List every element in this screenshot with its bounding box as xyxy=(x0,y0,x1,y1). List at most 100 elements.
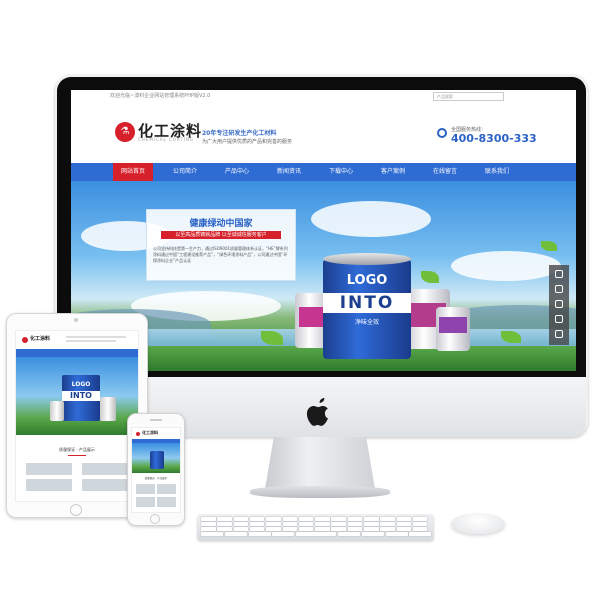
paint-can-lid xyxy=(323,253,411,265)
keyboard-key xyxy=(296,532,337,536)
phone-home-button xyxy=(150,514,160,524)
welcome-text: 欢迎光临~漆料企业网站管理系统PHP版V2.0 xyxy=(110,93,211,99)
nav-item-news[interactable]: 新闻资讯 xyxy=(269,163,309,181)
keyboard-key xyxy=(380,522,395,526)
keyboard xyxy=(197,514,434,540)
leaf-icon xyxy=(541,241,557,251)
product-thumbnail[interactable] xyxy=(157,484,176,494)
phone-screen: 化工涂料 质量保证 · 产品展示 xyxy=(131,427,181,513)
paint-can xyxy=(150,451,164,469)
keyboard-key xyxy=(282,517,297,521)
key-row xyxy=(201,527,430,531)
back-to-top-icon[interactable] xyxy=(555,330,563,338)
keyboard-key xyxy=(364,517,379,521)
promo-text: 公司坚持科技是第一生产力，通过ISO9001质量管理体系认证，“HE”牌系列涂料… xyxy=(153,246,288,263)
paint-can: LOGO INTO xyxy=(62,375,100,421)
keyboard-key xyxy=(272,532,295,536)
phone-banner[interactable] xyxy=(132,443,180,473)
keyboard-key xyxy=(412,527,428,531)
keyboard-key xyxy=(233,527,249,531)
keyboard-key xyxy=(266,522,281,526)
tablet-camera xyxy=(74,318,78,322)
can-logo-text: LOGO xyxy=(346,273,388,288)
logo-mark-icon[interactable] xyxy=(136,432,140,436)
chat-icon[interactable] xyxy=(555,285,563,293)
keyboard-key xyxy=(249,522,265,526)
logo-mark-icon[interactable]: ⚗ xyxy=(115,122,135,142)
phone-section-title: 质量保证 · 产品展示 xyxy=(144,477,168,480)
qq-icon[interactable] xyxy=(555,300,563,308)
logo-mark-icon[interactable] xyxy=(22,337,28,343)
keyboard-key xyxy=(217,527,232,531)
header-text-placeholder xyxy=(66,336,126,338)
header-text-placeholder xyxy=(66,340,116,342)
paint-can-far-right xyxy=(436,307,470,351)
nav-item-message[interactable]: 在线留言 xyxy=(425,163,465,181)
keyboard-key xyxy=(233,522,249,526)
keyboard-key xyxy=(249,517,265,521)
keyboard-key xyxy=(266,527,281,531)
paint-can-main: LOGO INTO 净味全效 xyxy=(323,253,411,359)
can-brand-text: INTO xyxy=(62,391,100,401)
product-thumbnail[interactable] xyxy=(82,463,128,475)
slogan-sub: 为广大用户提供优质的产品和完善的服务 xyxy=(202,139,293,145)
keyboard-key xyxy=(396,517,412,521)
imac-stand xyxy=(265,437,375,489)
promo-panel: 健康绿动中国家 以至高品质铸就品牌 以至诚诚信服务客户 公司坚持科技是第一生产力… xyxy=(146,209,296,281)
nav-item-about[interactable]: 公司简介 xyxy=(165,163,205,181)
keyboard-key xyxy=(347,522,363,526)
floating-toolbar xyxy=(549,265,569,345)
keyboard-key xyxy=(201,517,216,521)
keyboard-key xyxy=(361,532,384,536)
tablet-logo-text[interactable]: 化工涂料 xyxy=(30,335,50,342)
keyboard-key xyxy=(364,522,379,526)
headset-icon[interactable] xyxy=(555,270,563,278)
keyboard-key xyxy=(412,522,428,526)
leaf-icon xyxy=(421,271,439,283)
paint-can-small xyxy=(100,397,116,421)
can-logo-text: LOGO xyxy=(71,381,91,388)
keyboard-key xyxy=(331,527,346,531)
tablet-section-title: 质量保证 · 产品展示 xyxy=(59,447,95,452)
keyboard-key xyxy=(315,527,330,531)
product-thumbnail[interactable] xyxy=(136,484,155,494)
promo-title: 健康绿动中国家 xyxy=(189,219,253,229)
keyboard-key xyxy=(347,517,363,521)
product-thumbnail[interactable] xyxy=(26,479,72,491)
keyboard-key xyxy=(249,527,265,531)
mouse xyxy=(451,513,505,534)
keyboard-key xyxy=(298,517,314,521)
keyboard-key xyxy=(409,532,432,536)
keyboard-key xyxy=(338,532,360,536)
phone-logo-text[interactable]: 化工涂料 xyxy=(142,430,158,436)
can-brand-text: INTO xyxy=(323,293,411,313)
search-input[interactable]: 产品搜索 xyxy=(433,92,504,101)
key-row xyxy=(201,522,430,526)
keyboard-key xyxy=(298,527,314,531)
product-thumbnail[interactable] xyxy=(136,497,155,507)
logo-subtitle: CHEMICAL COATING xyxy=(138,137,194,142)
apple-logo-icon xyxy=(306,398,328,426)
keyboard-key xyxy=(217,522,232,526)
product-thumbnail[interactable] xyxy=(82,479,128,491)
tablet-nav[interactable] xyxy=(16,349,138,357)
keyboard-key xyxy=(201,527,216,531)
nav-item-downloads[interactable]: 下载中心 xyxy=(321,163,361,181)
wechat-icon[interactable] xyxy=(555,315,563,323)
keyboard-key xyxy=(282,522,297,526)
product-thumbnail[interactable] xyxy=(157,497,176,507)
keyboard-key xyxy=(347,527,363,531)
product-thumbnail[interactable] xyxy=(26,463,72,475)
tablet-banner[interactable]: LOGO INTO xyxy=(16,357,138,435)
key-row xyxy=(201,517,430,521)
keyboard-key xyxy=(385,532,408,536)
key-row xyxy=(201,532,432,536)
keyboard-key xyxy=(282,527,297,531)
keyboard-key xyxy=(201,532,223,536)
keyboard-key xyxy=(380,527,395,531)
nav-item-contact[interactable]: 联系我们 xyxy=(477,163,517,181)
nav-item-cases[interactable]: 客户案例 xyxy=(373,163,413,181)
nav-item-products[interactable]: 产品中心 xyxy=(217,163,257,181)
keyboard-key xyxy=(298,522,314,526)
nav-item-home[interactable]: 网站首页 xyxy=(113,163,153,181)
